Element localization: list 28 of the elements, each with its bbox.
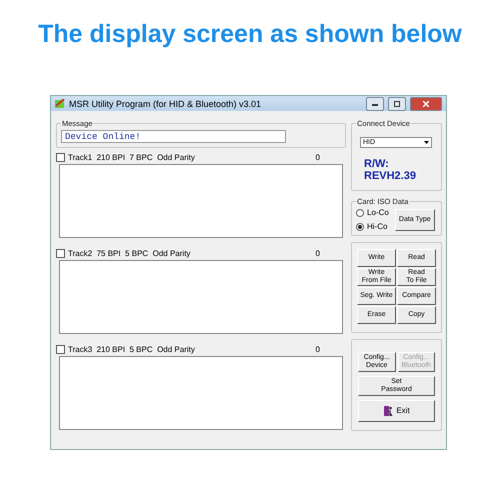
card-type-radio[interactable]: Lo-Co (356, 208, 389, 217)
track-checkbox[interactable] (56, 344, 65, 354)
track-checkbox[interactable] (56, 248, 65, 258)
track-checkbox[interactable] (56, 152, 65, 162)
maximize-icon (394, 100, 400, 106)
card-type-radio[interactable]: Hi-Co (356, 222, 389, 231)
headline: The display screen as shown below (37, 19, 463, 50)
close-button[interactable] (410, 96, 442, 110)
track-count: 0 (316, 344, 320, 354)
exit-door-icon (383, 405, 394, 417)
track-label: Track2 75 BPI 5 BPC Odd Parity (68, 248, 190, 258)
track-data-field[interactable] (59, 260, 343, 334)
window-title: MSR Utility Program (for HID & Bluetooth) v3.01 (69, 98, 262, 108)
track-label: Track1 210 BPI 7 BPC Odd Parity (68, 152, 195, 162)
track-count: 0 (316, 248, 320, 258)
track-count: 0 (316, 152, 320, 162)
track-data-field[interactable] (59, 356, 343, 430)
track-label: Track3 210 BPI 5 BPC Odd Parity (68, 344, 195, 354)
dropdown-arrow-icon (424, 141, 429, 144)
close-icon (423, 100, 429, 106)
exit-button[interactable]: Exit (358, 400, 435, 422)
firmware-version: R/W: REVH2.39 (364, 158, 417, 182)
app-icon (55, 99, 65, 108)
minimize-button[interactable] (366, 96, 384, 110)
maximize-button[interactable] (388, 96, 406, 110)
track-data-field[interactable] (59, 164, 343, 238)
message-field[interactable]: Device Online! (61, 130, 286, 143)
minimize-icon (372, 102, 378, 106)
